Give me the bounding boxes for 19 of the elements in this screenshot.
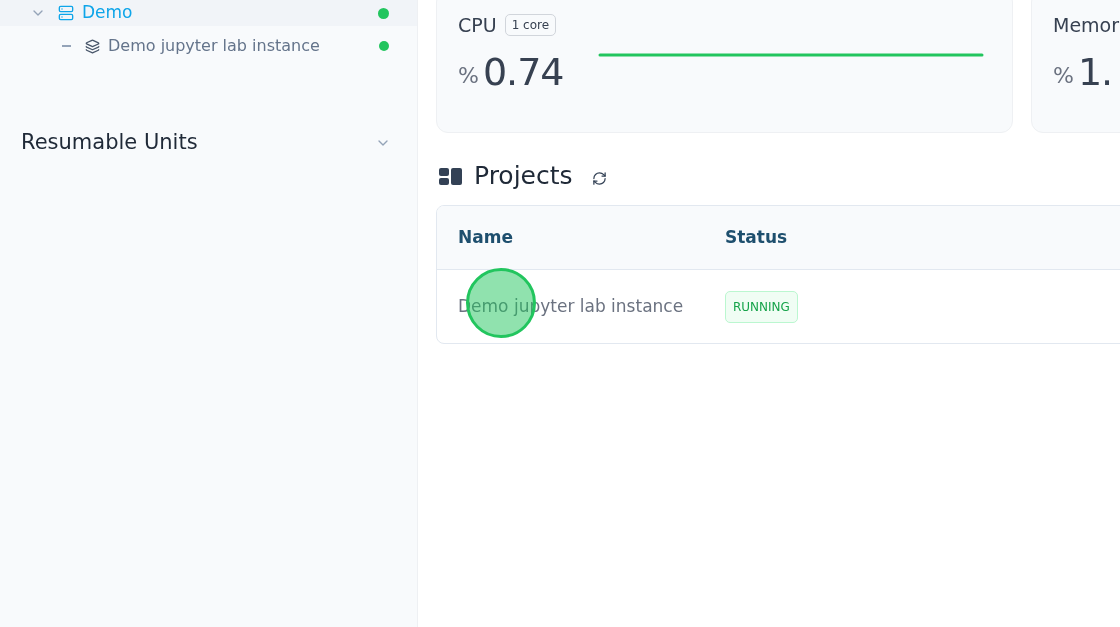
unit-label: %	[458, 62, 479, 90]
metric-title: CPU	[458, 12, 497, 38]
section-header[interactable]: Resumable Units	[0, 128, 417, 158]
dashboard-icon	[439, 167, 462, 185]
column-header: Status	[724, 225, 788, 249]
column-header: Name	[457, 225, 514, 249]
refresh-icon[interactable]	[591, 170, 607, 186]
metric-title: Memor	[1053, 12, 1120, 38]
status-badge: RUNNING	[725, 290, 798, 323]
section-title: Projects	[474, 160, 573, 193]
tree-item[interactable]: Demo jupyter lab instance	[0, 26, 417, 66]
unit-label: %	[1053, 62, 1074, 90]
layers-icon	[85, 38, 100, 54]
tree-item[interactable]: Demo	[0, 0, 417, 26]
core-badge: 1 core	[504, 14, 557, 36]
metric-value: 1.	[1077, 50, 1113, 94]
server-icon	[58, 5, 74, 21]
dash-icon	[62, 45, 71, 47]
metric-value: 0.74	[482, 50, 564, 94]
